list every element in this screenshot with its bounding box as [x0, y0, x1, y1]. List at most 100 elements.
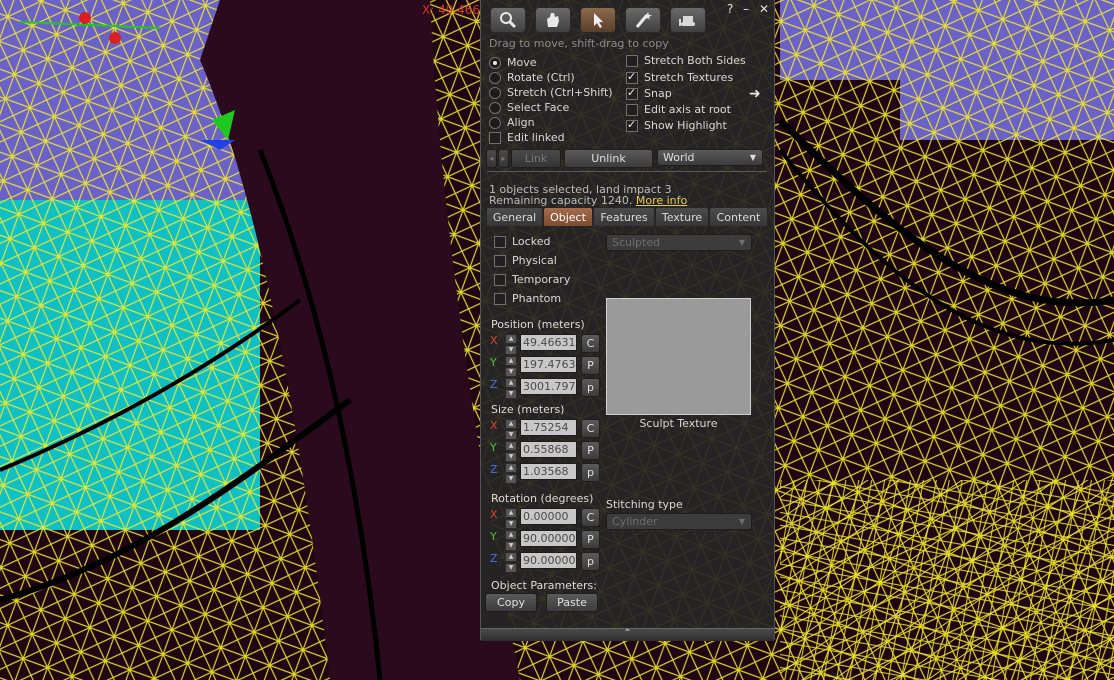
paste-size-button[interactable]: P — [581, 441, 600, 460]
mode-label: Align — [507, 116, 535, 129]
paste-size-clip-button[interactable]: p — [581, 463, 600, 482]
option-label: Show Highlight — [644, 119, 727, 132]
edit-tool-button[interactable] — [580, 7, 616, 33]
size-y-spinner[interactable]: ▲ ▼ — [505, 441, 517, 462]
checkbox-icon — [494, 254, 506, 267]
stitching-type-value: Cylinder — [612, 515, 658, 528]
paste-position-clip-button[interactable]: p — [581, 378, 600, 397]
focus-tool-button[interactable] — [490, 7, 526, 33]
tab-object[interactable]: Object — [543, 207, 593, 226]
rotation-y-spinner[interactable]: ▲ ▼ — [505, 530, 517, 551]
drag-hint: Drag to move, shift-drag to copy — [489, 37, 669, 50]
copy-parameters-button[interactable]: Copy — [485, 593, 537, 612]
flag-label: Physical — [512, 254, 557, 267]
coordinate-readout: X: 49.466 — [422, 3, 481, 17]
radio-icon — [489, 71, 501, 84]
mode-select-face[interactable]: Select Face — [489, 100, 569, 115]
stretch-textures-checkbox[interactable]: Stretch Textures — [626, 70, 733, 85]
axis-x-label: X — [490, 419, 498, 432]
tab-texture[interactable]: Texture — [655, 207, 709, 226]
option-label: Stretch Textures — [644, 71, 734, 84]
help-icon[interactable]: ? — [727, 2, 733, 16]
unlink-button[interactable]: Unlink — [564, 149, 653, 168]
move-tool-button[interactable] — [535, 7, 571, 33]
axis-y-label: Y — [490, 441, 497, 454]
checkbox-icon — [489, 131, 501, 144]
sculpt-texture-label: Sculpt Texture — [639, 417, 718, 430]
chevron-down-icon: ▼ — [749, 153, 756, 162]
ruler-mode-value: World — [663, 151, 695, 164]
flag-label: Locked — [512, 235, 551, 248]
next-link-button[interactable]: ▸ — [498, 149, 509, 168]
position-x-spinner[interactable]: ▲ ▼ — [505, 334, 517, 355]
checkbox-checked-icon — [626, 86, 638, 100]
mode-align[interactable]: Align — [489, 115, 535, 130]
size-x-spinner[interactable]: ▲ ▼ — [505, 419, 517, 440]
edit-axis-at-root-checkbox[interactable]: Edit axis at root — [626, 102, 731, 117]
mode-move[interactable]: Move — [489, 55, 537, 70]
prev-link-button[interactable]: ◂ — [486, 149, 497, 168]
edit-linked-label: Edit linked — [507, 131, 565, 144]
rotation-x-field[interactable]: 0.00000 — [520, 508, 577, 525]
close-icon[interactable]: ✕ — [759, 2, 769, 16]
temporary-checkbox[interactable]: Temporary — [494, 272, 570, 287]
stretch-both-sides-checkbox[interactable]: Stretch Both Sides — [626, 53, 746, 68]
land-tool-button[interactable] — [670, 7, 706, 33]
magic-wand-icon — [635, 12, 652, 28]
axis-x-label: X — [490, 508, 498, 521]
rotation-y-field[interactable]: 90.00000 — [520, 530, 577, 547]
radio-icon — [489, 116, 501, 129]
more-info-link[interactable]: More info — [636, 194, 687, 207]
sculpt-texture-swatch[interactable] — [606, 298, 751, 415]
position-y-field[interactable]: 197.47639 — [520, 356, 577, 373]
flag-label: Temporary — [512, 273, 571, 286]
position-x-field[interactable]: 49.46631 — [520, 334, 577, 351]
mode-label: Move — [507, 56, 537, 69]
copy-size-button[interactable]: C — [581, 419, 600, 438]
phantom-checkbox[interactable]: Phantom — [494, 291, 561, 306]
axis-x-label: X — [490, 334, 498, 347]
stitching-type-label: Stitching type — [606, 498, 683, 511]
tab-features[interactable]: Features — [593, 207, 655, 226]
paste-parameters-button[interactable]: Paste — [546, 593, 598, 612]
mode-label: Select Face — [507, 101, 570, 114]
paste-position-button[interactable]: P — [581, 356, 600, 375]
rotation-x-spinner[interactable]: ▲ ▼ — [505, 508, 517, 529]
link-button[interactable]: Link — [511, 149, 561, 168]
mode-stretch[interactable]: Stretch (Ctrl+Shift) — [489, 85, 613, 100]
tab-content[interactable]: Content — [709, 207, 768, 226]
pointer-arrow-icon — [594, 13, 603, 28]
stitching-type-dropdown[interactable]: Cylinder ▼ — [606, 513, 752, 530]
copy-position-button[interactable]: C — [581, 334, 600, 353]
create-tool-button[interactable] — [625, 7, 661, 33]
rotation-z-field[interactable]: 90.00000 — [520, 552, 577, 569]
object-type-value: Sculpted — [612, 236, 661, 249]
size-z-field[interactable]: 1.03568 — [520, 463, 577, 480]
ruler-mode-dropdown[interactable]: World ▼ — [657, 149, 763, 166]
rotation-z-spinner[interactable]: ▲ ▼ — [505, 552, 517, 573]
show-highlight-checkbox[interactable]: Show Highlight — [626, 118, 727, 133]
size-x-field[interactable]: 1.75254 — [520, 419, 577, 436]
position-z-spinner[interactable]: ▲ ▼ — [505, 378, 517, 399]
copy-rotation-button[interactable]: C — [581, 508, 600, 527]
snap-checkbox[interactable]: Snap — [626, 86, 672, 101]
mode-rotate[interactable]: Rotate (Ctrl) — [489, 70, 575, 85]
position-y-spinner[interactable]: ▲ ▼ — [505, 356, 517, 377]
paste-rotation-button[interactable]: P — [581, 530, 600, 549]
object-type-dropdown[interactable]: Sculpted ▼ — [606, 234, 752, 251]
edit-linked-checkbox[interactable]: Edit linked — [489, 130, 565, 145]
physical-checkbox[interactable]: Physical — [494, 253, 557, 268]
position-z-field[interactable]: 3001.7971 — [520, 378, 577, 395]
tab-general[interactable]: General — [486, 207, 543, 226]
panel-collapse-bar[interactable]: ⌃ — [481, 628, 774, 641]
size-y-field[interactable]: 0.55868 — [520, 441, 577, 458]
checkbox-icon — [494, 292, 506, 305]
chevron-down-icon: ▼ — [738, 517, 745, 526]
minimize-icon[interactable]: – — [743, 2, 749, 16]
paste-rotation-clip-button[interactable]: p — [581, 552, 600, 571]
mode-label: Rotate (Ctrl) — [507, 71, 575, 84]
locked-checkbox[interactable]: Locked — [494, 234, 550, 249]
size-z-spinner[interactable]: ▲ ▼ — [505, 463, 517, 484]
arrow-right-icon[interactable]: ➜ — [749, 86, 761, 102]
size-label: Size (meters) — [491, 403, 565, 416]
